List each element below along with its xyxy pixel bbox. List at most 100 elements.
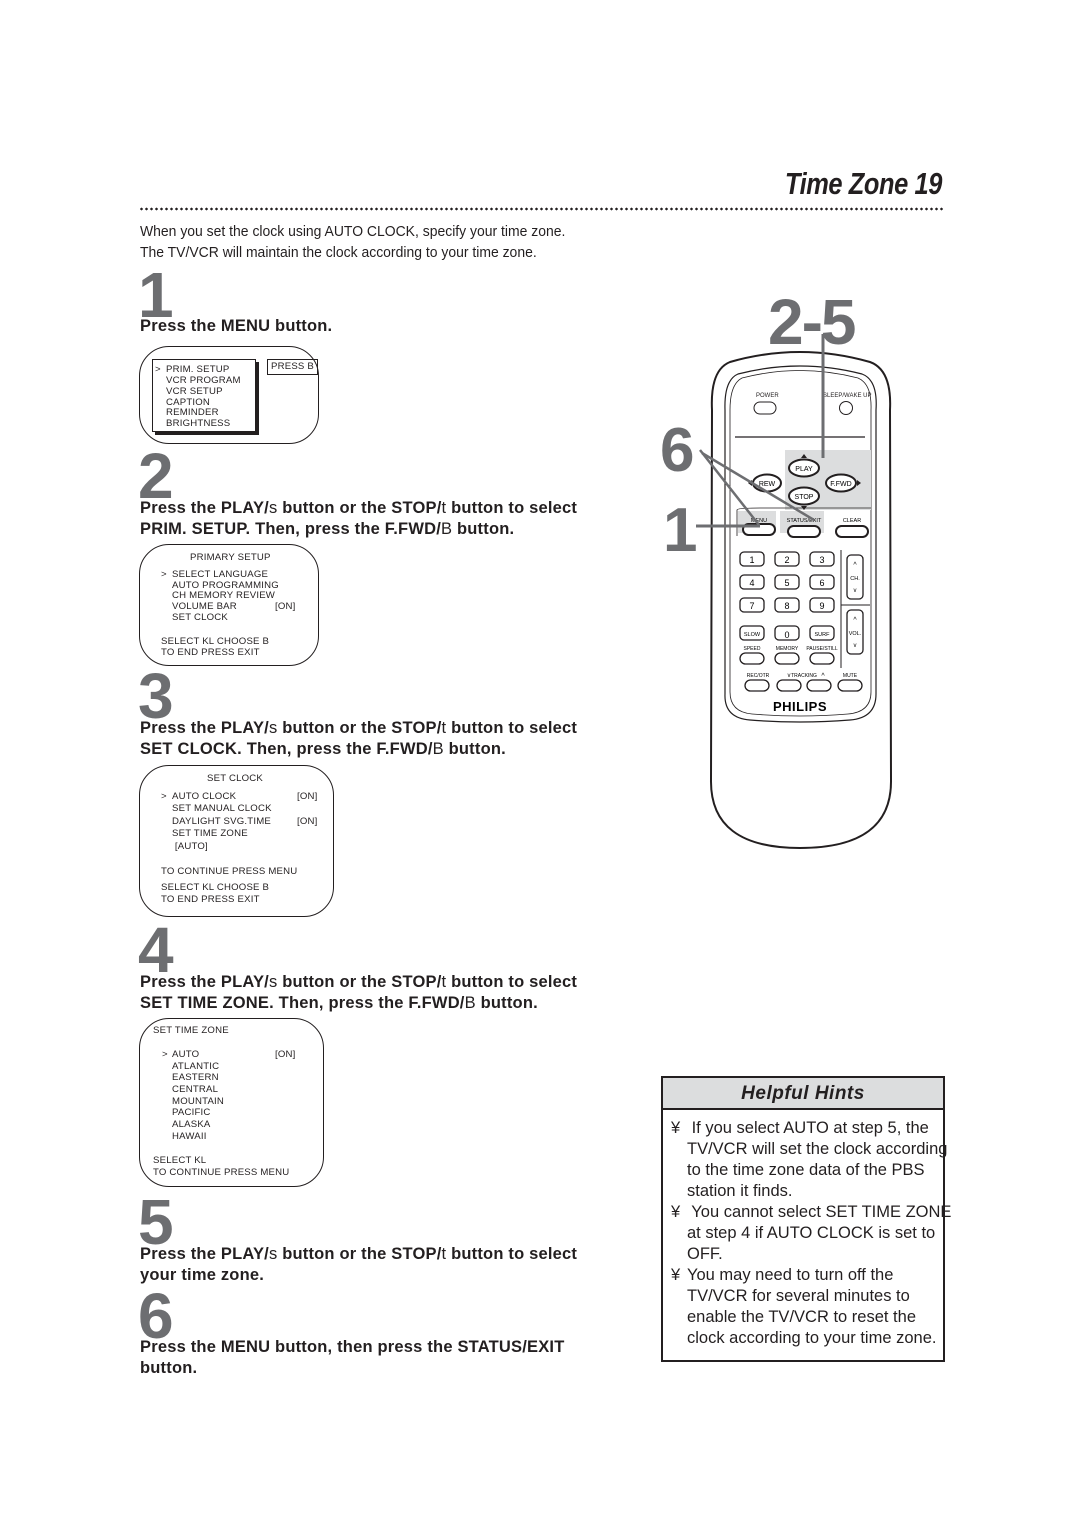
menu-item: VCR SETUP: [166, 386, 223, 397]
instruction-text: Press the PLAY/: [140, 1245, 269, 1263]
pause-still-button[interactable]: [809, 652, 835, 665]
instruction-text: SET TIME ZONE. Then, press the F.FWD/: [140, 994, 465, 1012]
pause-still-label: PAUSE/STILL: [806, 646, 838, 652]
instruction-text: button or the STOP/: [277, 719, 442, 737]
hint-line: at step 4 if AUTO CLOCK is set to: [687, 1224, 936, 1242]
screen-title: SET TIME ZONE: [153, 1025, 229, 1036]
right-arrow-symbol: B: [432, 740, 444, 758]
hint-line: enable the TV/VCR to reset the: [687, 1308, 916, 1326]
menu-item: PACIFIC: [172, 1107, 211, 1118]
instruction-text: button or the STOP/: [277, 499, 442, 517]
hint-line: You cannot select SET TIME ZONE: [687, 1203, 952, 1221]
instruction-text: button or the STOP/: [277, 973, 442, 991]
screen-footer: TO CONTINUE PRESS MENU: [153, 1167, 290, 1178]
menu-item-value: [ON]: [275, 1049, 296, 1060]
digit-1-label: 1: [749, 555, 754, 565]
vol-label: VOL.: [849, 631, 862, 637]
helpful-hints-box: Helpful Hints ¥ If you select AUTO at st…: [661, 1076, 951, 1362]
menu-item-value: [ON]: [297, 816, 318, 827]
speed-label: SPEED: [744, 646, 761, 652]
bullet: ¥: [671, 1266, 681, 1284]
menu-item: EASTERN: [172, 1072, 219, 1083]
instruction-text: button.: [452, 520, 515, 538]
surf-label: SURF: [815, 632, 831, 638]
callout-leader-lines: [696, 334, 825, 528]
digit-keypad: 1 2 3 4 5 6 7 8 9: [739, 551, 835, 613]
instruction-text: button to select: [446, 1245, 578, 1263]
screen-footer: SELECT KL: [153, 1155, 207, 1166]
hint-line: clock according to your time zone.: [687, 1329, 937, 1347]
menu-cursor: >: [161, 791, 167, 802]
hint-item: ¥ You may need to turn off the TV/VCR for…: [671, 1265, 936, 1349]
step-instruction: Press the PLAY/s button or the STOP/t bu…: [140, 718, 577, 760]
screen-footer: TO END PRESS EXIT: [161, 894, 260, 905]
menu-list: > PRIM. SETUP VCR PROGRAM VCR SETUP CAPT…: [152, 359, 256, 432]
screen-footer: SELECT KL CHOOSE B: [161, 882, 270, 893]
menu-item-value: [ON]: [275, 601, 296, 612]
memory-button[interactable]: [774, 652, 800, 665]
rec-otr-label: REC/OTR: [747, 673, 770, 679]
rec-otr-button[interactable]: [744, 679, 770, 692]
instruction-text: Press the PLAY/: [140, 719, 269, 737]
tracking-down-button[interactable]: [776, 679, 802, 692]
menu-item: ATLANTIC: [172, 1061, 220, 1072]
bullet: ¥: [671, 1119, 681, 1137]
digit-7-label: 7: [749, 601, 754, 611]
hint-line: You may need to turn off the: [687, 1266, 894, 1284]
leader-line-6-menu: [699, 449, 760, 526]
screen-title: PRIMARY SETUP: [190, 552, 271, 563]
memory-label: MEMORY: [776, 646, 799, 652]
speed-button[interactable]: [739, 652, 765, 665]
intro-line: When you set the clock using AUTO CLOCK,…: [140, 223, 566, 240]
instruction-text: button or the STOP/: [277, 1245, 442, 1263]
instruction-text: button.: [475, 994, 538, 1012]
instruction-text: Press the MENU button.: [140, 317, 333, 335]
hint-line: OFF.: [687, 1245, 723, 1263]
menu-item: DAYLIGHT SVG.TIME: [172, 816, 271, 827]
hint-line: If you select AUTO at step 5, the: [687, 1119, 929, 1137]
hint-line: TV/VCR for several minutes to: [687, 1287, 910, 1305]
hints-title: Helpful Hints: [663, 1078, 943, 1110]
instruction-text: button.: [140, 1359, 198, 1377]
hint-item: ¥ You cannot select SET TIME ZONE at ste…: [671, 1202, 951, 1265]
intro-line: The TV/VCR will maintain the clock accor…: [140, 244, 537, 261]
channel-down-icon: v: [854, 588, 857, 594]
screen-footer: TO END PRESS EXIT: [161, 647, 260, 658]
menu-item: CH MEMORY REVIEW: [172, 590, 276, 601]
mute-button[interactable]: [837, 679, 863, 692]
menu-item: AUTO: [172, 1049, 200, 1060]
intro-text: When you set the clock using AUTO CLOCK,…: [140, 221, 565, 263]
press-b-label: PRESS B: [267, 359, 318, 375]
right-arrow-symbol: B: [441, 520, 453, 538]
instruction-text: button to select: [446, 973, 578, 991]
instruction-text: button.: [443, 740, 506, 758]
digit-3-label: 3: [819, 555, 824, 565]
step-instruction: Press the PLAY/s button or the STOP/t bu…: [140, 498, 577, 540]
hint-line: to the time zone data of the PBS: [687, 1161, 925, 1179]
digit-4-label: 4: [749, 578, 754, 588]
menu-item: REMINDER: [166, 407, 219, 418]
ch-label: CH.: [850, 576, 860, 582]
instruction-text: button to select: [446, 499, 578, 517]
menu-item-value: [ON]: [297, 791, 318, 802]
menu-item: MOUNTAIN: [172, 1096, 225, 1107]
menu-item: AUTO CLOCK: [172, 791, 237, 802]
menu-item: CENTRAL: [172, 1084, 219, 1095]
digit-9-label: 9: [819, 601, 824, 611]
menu-item: VCR PROGRAM: [166, 375, 241, 386]
tracking-up-button[interactable]: [806, 679, 832, 692]
menu-item: [AUTO]: [172, 841, 208, 852]
digit-5-label: 5: [784, 578, 789, 588]
instruction-text: Press the PLAY/: [140, 499, 269, 517]
tv-screen-primary-setup: PRIMARY SETUP > SELECT LANGUAGE AUTO PRO…: [139, 544, 319, 666]
step-instruction: Press the PLAY/s button or the STOP/t bu…: [140, 972, 577, 1014]
volume-down-icon: v: [854, 643, 857, 649]
menu-item: VOLUME BAR: [172, 601, 237, 612]
hint-item: ¥ If you select AUTO at step 5, the TV/V…: [671, 1118, 947, 1202]
tv-screen-set-time-zone: SET TIME ZONE > AUTO [ON] ATLANTIC EASTE…: [139, 1018, 324, 1187]
tracking-label: TRACKING: [791, 673, 817, 679]
menu-cursor: >: [161, 569, 167, 580]
page-title: Time Zone 19: [784, 166, 942, 201]
menu-item: ALASKA: [172, 1119, 211, 1130]
tv-screen-set-clock: SET CLOCK > AUTO CLOCK [ON] SET MANUAL C…: [139, 765, 334, 917]
